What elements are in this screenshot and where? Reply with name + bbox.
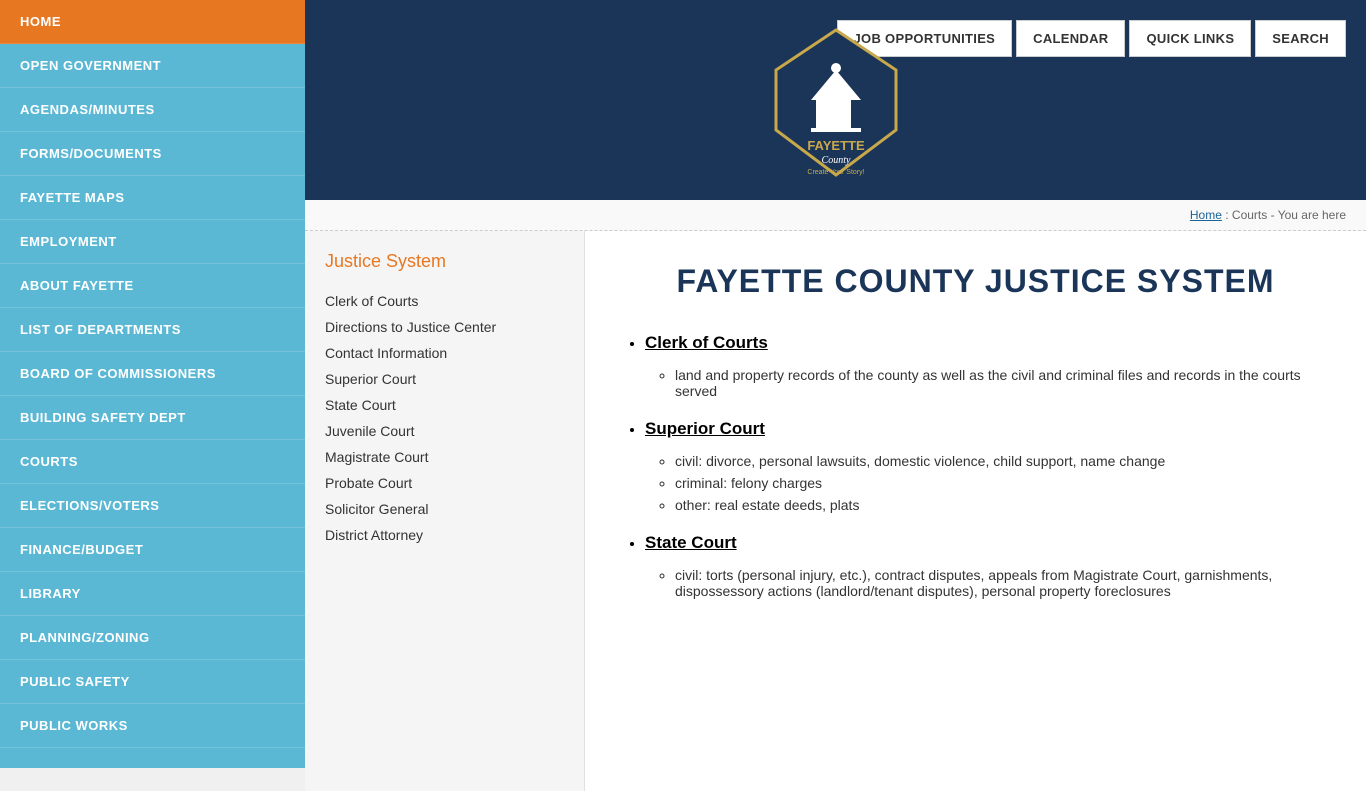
logo-shield: FAYETTE County Create Your Story!: [756, 20, 916, 180]
content-wrapper: Justice System Clerk of CourtsDirections…: [305, 231, 1366, 791]
content-sections-list: Clerk of Courts land and property records…: [625, 333, 1326, 599]
sidebar-item-employment[interactable]: EMPLOYMENT: [0, 220, 305, 264]
secondary-nav-link-probate-court[interactable]: Probate Court: [325, 470, 564, 496]
main-area: JOB OPPORTUNITIESCALENDARQUICK LINKSSEAR…: [305, 0, 1366, 791]
content-section-state-court: State Court civil: torts (personal injury…: [645, 533, 1326, 599]
svg-text:FAYETTE: FAYETTE: [807, 138, 865, 153]
sidebar-item-home[interactable]: HOME: [0, 0, 305, 44]
left-sidebar: HOMEOPEN GOVERNMENTAGENDAS/MINUTESFORMS/…: [0, 0, 305, 768]
content-section-superior-court: Superior Court civil: divorce, personal l…: [645, 419, 1326, 513]
header-nav-btn-search[interactable]: SEARCH: [1255, 20, 1346, 57]
sidebar-item-board-of-commissioners[interactable]: BOARD OF COMMISSIONERS: [0, 352, 305, 396]
secondary-nav-link-superior-court[interactable]: Superior Court: [325, 366, 564, 392]
sidebar-item-list-of-departments[interactable]: LIST OF DEPARTMENTS: [0, 308, 305, 352]
secondary-nav-links: Clerk of CourtsDirections to Justice Cen…: [325, 288, 564, 548]
secondary-nav-title: Justice System: [325, 251, 564, 272]
secondary-sidebar: Justice System Clerk of CourtsDirections…: [305, 231, 585, 791]
site-logo: FAYETTE County Create Your Story!: [756, 20, 916, 180]
page-title: FAYETTE COUNTY JUSTICE SYSTEM: [625, 261, 1326, 303]
secondary-nav-link-juvenile-court[interactable]: Juvenile Court: [325, 418, 564, 444]
sidebar-item-library[interactable]: LIBRARY: [0, 572, 305, 616]
sidebar-item-elections-voters[interactable]: ELECTIONS/VOTERS: [0, 484, 305, 528]
section-items-list: civil: torts (personal injury, etc.), co…: [645, 567, 1326, 599]
secondary-nav-link-contact-information[interactable]: Contact Information: [325, 340, 564, 366]
secondary-nav-link-directions-to-justice-center[interactable]: Directions to Justice Center: [325, 314, 564, 340]
svg-text:County: County: [821, 155, 850, 166]
section-item: civil: torts (personal injury, etc.), co…: [675, 567, 1326, 599]
header-nav-btn-calendar[interactable]: CALENDAR: [1016, 20, 1125, 57]
svg-text:Create Your Story!: Create Your Story!: [807, 169, 864, 176]
sidebar-item-building-safety-dept[interactable]: BUILDING SAFETY DEPT: [0, 396, 305, 440]
section-title: Superior Court: [645, 419, 765, 439]
main-content: FAYETTE COUNTY JUSTICE SYSTEM Clerk of C…: [585, 231, 1366, 791]
sidebar-item-forms-documents[interactable]: FORMS/DOCUMENTS: [0, 132, 305, 176]
secondary-nav-link-state-court[interactable]: State Court: [325, 392, 564, 418]
secondary-nav-link-solicitor-general[interactable]: Solicitor General: [325, 496, 564, 522]
sidebar-item-public-safety[interactable]: PUBLIC SAFETY: [0, 660, 305, 704]
breadcrumb-trail: : Courts -: [1225, 208, 1274, 222]
section-item: civil: divorce, personal lawsuits, domes…: [675, 453, 1326, 469]
sidebar-item-finance-budget[interactable]: FINANCE/BUDGET: [0, 528, 305, 572]
section-item: other: real estate deeds, plats: [675, 497, 1326, 513]
section-title: State Court: [645, 533, 737, 553]
sidebar-item-open-government[interactable]: OPEN GOVERNMENT: [0, 44, 305, 88]
section-item: land and property records of the county …: [675, 367, 1326, 399]
sidebar-item-planning-zoning[interactable]: PLANNING/ZONING: [0, 616, 305, 660]
secondary-nav-link-clerk-of-courts[interactable]: Clerk of Courts: [325, 288, 564, 314]
sidebar-item-fayette-maps[interactable]: FAYETTE MAPS: [0, 176, 305, 220]
section-item: criminal: felony charges: [675, 475, 1326, 491]
secondary-nav-link-magistrate-court[interactable]: Magistrate Court: [325, 444, 564, 470]
logo-svg: FAYETTE County Create Your Story!: [756, 20, 916, 180]
secondary-nav-link-district-attorney[interactable]: District Attorney: [325, 522, 564, 548]
breadcrumb-current: You are here: [1278, 208, 1346, 222]
section-items-list: civil: divorce, personal lawsuits, domes…: [645, 453, 1326, 513]
breadcrumb: Home : Courts - You are here: [305, 200, 1366, 231]
content-section-clerk-of-courts: Clerk of Courts land and property records…: [645, 333, 1326, 399]
breadcrumb-home-link[interactable]: Home: [1190, 208, 1222, 222]
section-title: Clerk of Courts: [645, 333, 768, 353]
sidebar-item-agendas-minutes[interactable]: AGENDAS/MINUTES: [0, 88, 305, 132]
sidebar-item-public-works[interactable]: PUBLIC WORKS: [0, 704, 305, 748]
section-items-list: land and property records of the county …: [645, 367, 1326, 399]
sidebar-item-courts[interactable]: COURTS: [0, 440, 305, 484]
site-header: JOB OPPORTUNITIESCALENDARQUICK LINKSSEAR…: [305, 0, 1366, 200]
sidebar-item-about-fayette[interactable]: ABOUT FAYETTE: [0, 264, 305, 308]
header-nav-btn-quick-links[interactable]: QUICK LINKS: [1129, 20, 1251, 57]
